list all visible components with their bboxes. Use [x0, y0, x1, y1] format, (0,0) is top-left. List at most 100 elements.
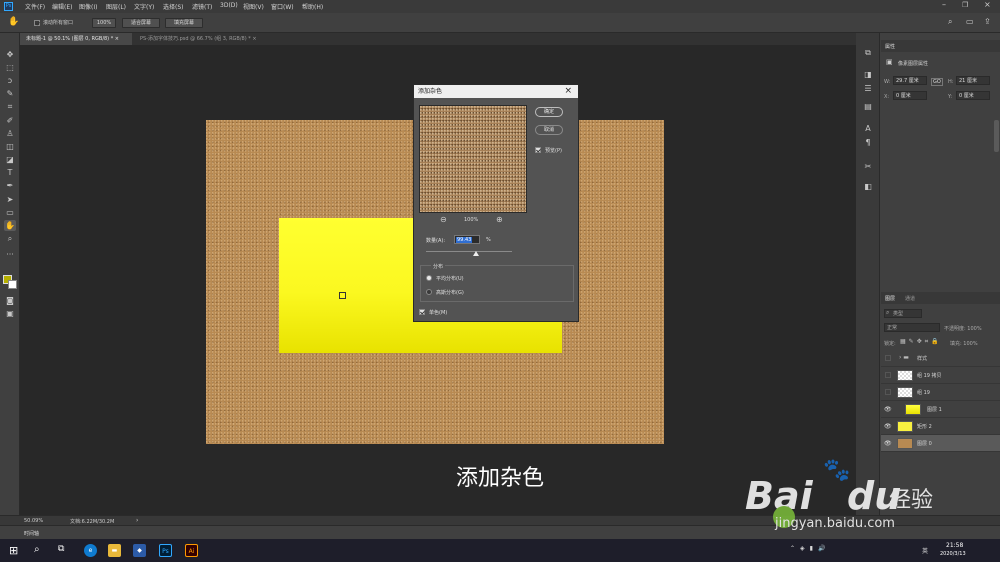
status-zoom[interactable]: 50.09%: [24, 518, 43, 524]
opacity-field[interactable]: 不透明度: 100%: [944, 325, 982, 332]
brush-tool-icon[interactable]: ✐: [4, 115, 16, 126]
gaussian-radio[interactable]: [426, 289, 432, 295]
character-icon[interactable]: A: [862, 123, 874, 134]
tab-channels[interactable]: 通道: [905, 295, 915, 302]
hand-tool-icon[interactable]: ✋: [8, 17, 19, 27]
task-view-icon[interactable]: ⧉: [58, 544, 64, 554]
background-color-swatch[interactable]: [8, 280, 17, 289]
height-field[interactable]: 21 厘米: [956, 76, 990, 85]
menu-type[interactable]: 文字(Y): [134, 2, 154, 11]
visibility-toggle[interactable]: [885, 389, 891, 395]
noise-preview[interactable]: [419, 105, 527, 213]
eye-icon[interactable]: 👁: [884, 406, 892, 413]
amount-slider-handle[interactable]: [473, 251, 479, 256]
system-tray-icons[interactable]: ⌃◈▮🔊: [790, 545, 830, 552]
fit-screen-button[interactable]: 适合屏幕: [122, 18, 160, 28]
windows-start-icon[interactable]: ⊞: [9, 544, 18, 557]
bucket-tool-icon[interactable]: ◪: [4, 154, 16, 165]
uniform-radio[interactable]: [426, 275, 432, 281]
visibility-toggle[interactable]: [885, 355, 891, 361]
zoom-100-button[interactable]: 100%: [92, 18, 116, 28]
move-tool-icon[interactable]: ✥: [4, 49, 16, 60]
menu-window[interactable]: 窗口(W): [271, 2, 294, 11]
layer-row[interactable]: 组 19 拷贝: [881, 367, 1000, 384]
properties-tab[interactable]: 属性: [885, 43, 895, 50]
scroll-all-checkbox[interactable]: [34, 19, 40, 26]
blend-mode-select[interactable]: 正常: [884, 323, 940, 332]
status-chevron-icon[interactable]: ›: [136, 517, 138, 524]
edge-browser-icon[interactable]: e: [84, 544, 97, 557]
link-icon[interactable]: GO: [931, 78, 943, 86]
menu-edit[interactable]: 编辑(E): [52, 2, 72, 11]
paragraph-icon[interactable]: ¶: [862, 137, 874, 148]
layer-row[interactable]: 组 19: [881, 384, 1000, 401]
eye-icon[interactable]: 👁: [884, 440, 892, 447]
search-icon[interactable]: ⌕: [948, 17, 952, 27]
3d-icon[interactable]: ◧: [862, 181, 874, 192]
app-icon[interactable]: ◆: [133, 544, 146, 557]
menu-layer[interactable]: 图层(L): [106, 2, 126, 11]
lock-icons[interactable]: ▦✎✥⌗🔒: [900, 338, 942, 346]
fill-field[interactable]: 填充: 100%: [950, 340, 978, 347]
menu-3d[interactable]: 3D(D): [220, 2, 238, 9]
visibility-toggle[interactable]: [885, 372, 891, 378]
amount-input[interactable]: 99.43: [454, 235, 480, 244]
cancel-button[interactable]: 取消: [535, 125, 563, 135]
layer-row-selected[interactable]: 👁 图层 0: [881, 435, 1000, 452]
rectangle-tool-icon[interactable]: ▭: [4, 207, 16, 218]
eraser-tool-icon[interactable]: ◫: [4, 141, 16, 152]
x-field[interactable]: 0 厘米: [893, 91, 927, 100]
minimize-icon[interactable]: –: [942, 0, 946, 9]
tab-untitled-1[interactable]: 未标题-1 @ 50.1% (图层 0, RGB/8) * ×: [20, 33, 132, 45]
zoom-in-icon[interactable]: ⊕: [496, 215, 503, 224]
layer-row[interactable]: 👁 矩形 2: [881, 418, 1000, 435]
fill-screen-button[interactable]: 填充屏幕: [165, 18, 203, 28]
eye-icon[interactable]: 👁: [884, 423, 892, 430]
layer-row-folder[interactable]: › ▬ 样式: [881, 350, 1000, 367]
ok-button[interactable]: 确定: [535, 107, 563, 117]
illustrator-taskbar-icon[interactable]: Ai: [185, 544, 198, 557]
quick-select-tool-icon[interactable]: ✎: [4, 88, 16, 99]
menu-select[interactable]: 选择(S): [163, 2, 184, 11]
menu-file[interactable]: 文件(F): [25, 2, 45, 11]
layer-row[interactable]: 👁 图层 1: [881, 401, 1000, 418]
more-tools-icon[interactable]: ···: [4, 249, 16, 260]
pen-tool-icon[interactable]: ✒: [4, 180, 16, 191]
history-icon[interactable]: ⧉: [862, 47, 874, 58]
amount-slider-track[interactable]: [426, 251, 512, 252]
zoom-out-icon[interactable]: ⊖: [440, 215, 447, 224]
clock-date[interactable]: 2020/3/13: [940, 551, 966, 557]
path-select-tool-icon[interactable]: ➤: [4, 194, 16, 205]
search-taskbar-icon[interactable]: ⌕: [34, 544, 40, 555]
tab-psd-file[interactable]: PS-添加字体技巧.psd @ 66.7% (组 3, RGB/8) * ×: [134, 33, 274, 45]
maximize-icon[interactable]: ❐: [962, 1, 968, 9]
monochromatic-checkbox[interactable]: [419, 308, 425, 315]
file-explorer-icon[interactable]: ▬: [108, 544, 121, 557]
close-icon[interactable]: ×: [984, 0, 991, 9]
clock-time[interactable]: 21:58: [946, 542, 963, 549]
photoshop-taskbar-icon[interactable]: Ps: [159, 544, 172, 557]
preview-checkbox[interactable]: [535, 146, 541, 153]
ime-indicator[interactable]: 英: [922, 546, 928, 555]
dialog-close-icon[interactable]: ×: [564, 85, 572, 98]
y-field[interactable]: 0 厘米: [956, 91, 990, 100]
properties-scrollbar[interactable]: [994, 120, 999, 152]
width-field[interactable]: 29.7 厘米: [893, 76, 927, 85]
menu-image[interactable]: 图像(I): [79, 2, 97, 11]
tab-layers[interactable]: 图层: [885, 295, 895, 302]
timeline-tab[interactable]: 时间轴: [24, 530, 39, 537]
menu-filter[interactable]: 滤镜(T): [192, 2, 212, 11]
screen-mode-icon[interactable]: ▣: [4, 308, 16, 319]
adjustments-icon[interactable]: ◨: [862, 69, 874, 80]
properties-icon[interactable]: ☰: [862, 83, 874, 94]
zoom-tool-icon[interactable]: ⌕: [4, 233, 16, 244]
workspace-icon[interactable]: ▭: [966, 17, 974, 26]
crop-tool-icon[interactable]: ⌗: [4, 101, 16, 112]
hand-tool-active-icon[interactable]: ✋: [4, 220, 16, 231]
share-icon[interactable]: ⇪: [984, 17, 991, 26]
text-tool-icon[interactable]: T: [4, 167, 16, 178]
stamp-tool-icon[interactable]: ♙: [4, 128, 16, 139]
lasso-tool-icon[interactable]: ↄ: [4, 75, 16, 86]
marquee-tool-icon[interactable]: ⬚: [4, 62, 16, 73]
menu-help[interactable]: 帮助(H): [302, 2, 323, 11]
